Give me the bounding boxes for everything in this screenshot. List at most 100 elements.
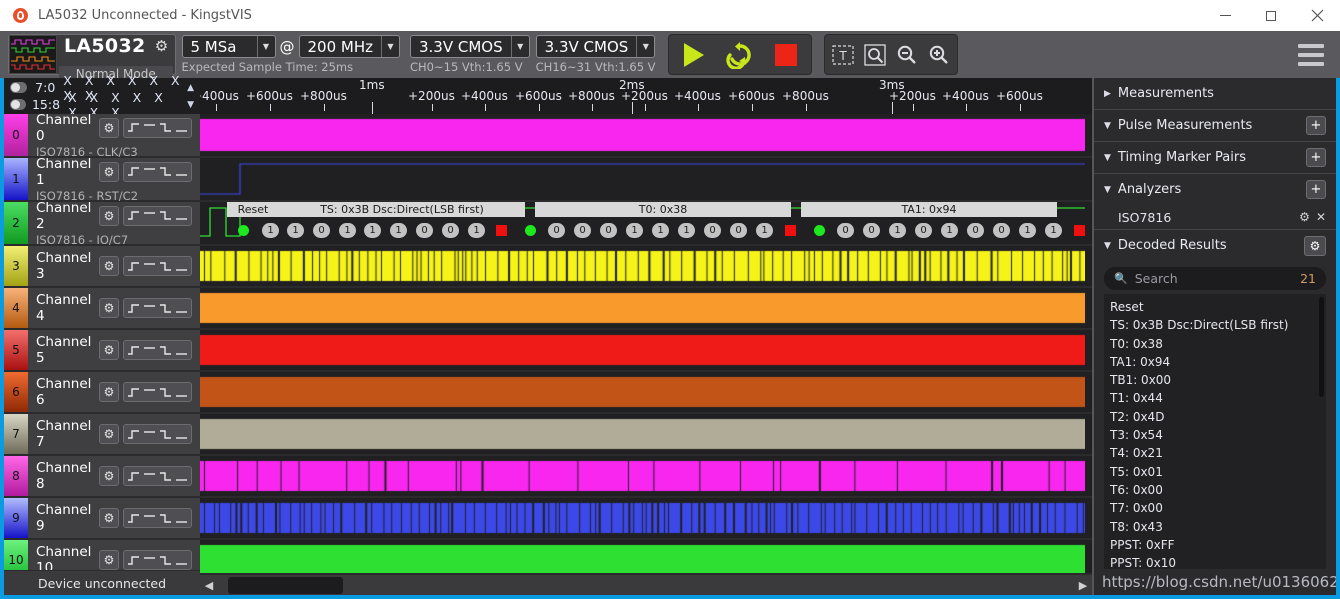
results-scrollbar[interactable] — [1319, 297, 1324, 397]
gear-icon[interactable]: ⚙ — [99, 550, 119, 570]
trigger-edge-buttons[interactable] — [123, 466, 192, 486]
add-timing-marker-button[interactable]: + — [1306, 148, 1326, 167]
waveform-row-3[interactable] — [200, 246, 1092, 286]
chevron-down-icon[interactable]: ▼ — [256, 36, 275, 57]
gear-icon[interactable]: ⚙ — [99, 382, 119, 402]
decoded-result-item[interactable]: T4: 0x21 — [1110, 444, 1326, 462]
time-ruler[interactable]: +400us +600us +800us +200us +400us +600us +800… — [200, 78, 1092, 114]
scrollbar-track[interactable] — [218, 576, 1074, 594]
channel-row-5[interactable]: 5 Channel 5 ⚙ — [4, 330, 200, 372]
stop-icon[interactable] — [763, 37, 809, 73]
channel-row-3[interactable]: 3 Channel 3 ⚙ — [4, 246, 200, 288]
decoded-result-item[interactable]: T1: 0x44 — [1110, 389, 1326, 407]
waveform-canvas-area[interactable]: Reset TS: 0x3B Dsc:Direct(LSB first) T0: 0… — [200, 114, 1092, 573]
section-timing-marker-pairs[interactable]: ▼ Timing Marker Pairs + — [1094, 142, 1336, 174]
horizontal-scrollbar[interactable]: ◀ ▶ — [200, 573, 1092, 595]
decoded-result-item[interactable]: T3: 0x54 — [1110, 426, 1326, 444]
play-icon[interactable] — [671, 37, 717, 73]
trigger-edge-buttons[interactable] — [123, 117, 192, 138]
waveform-row-4[interactable] — [200, 288, 1092, 328]
search-input[interactable]: 🔍 Search 21 — [1104, 267, 1326, 290]
zoom-in-icon[interactable] — [923, 39, 955, 71]
chevron-down-icon[interactable]: ▼ — [1104, 241, 1111, 251]
sample-rate-select[interactable]: 200 MHz ▼ — [298, 35, 400, 58]
channel-row-7[interactable]: 7 Channel 7 ⚙ — [4, 414, 200, 456]
analyzer-item[interactable]: ISO7816 ⚙ ✕ — [1104, 205, 1326, 229]
gear-icon[interactable]: ⚙ — [1299, 210, 1310, 224]
channel-row-4[interactable]: 4 Channel 4 ⚙ — [4, 288, 200, 330]
decoded-result-item[interactable]: T0: 0x38 — [1110, 335, 1326, 353]
chevron-down-icon[interactable]: ▼ — [1104, 153, 1111, 163]
chevron-down-icon[interactable]: ▼ — [1104, 185, 1111, 195]
channel-row-2[interactable]: 2 Channel 2 ⚙ ISO7816 - IO/C7 — [4, 200, 200, 247]
decoded-result-item[interactable]: T6: 0x00 — [1110, 481, 1326, 499]
trigger-edge-buttons[interactable] — [123, 550, 192, 570]
gear-icon[interactable]: ⚙ — [99, 508, 119, 528]
trigger-edge-buttons[interactable] — [123, 424, 192, 444]
channel-row-8[interactable]: 8 Channel 8 ⚙ — [4, 456, 200, 498]
chevron-down-icon[interactable]: ▼ — [1104, 121, 1111, 131]
loop-capture-icon[interactable] — [717, 37, 763, 73]
trigger-edge-buttons[interactable] — [123, 382, 192, 402]
chevron-down-icon[interactable]: ▼ — [381, 36, 399, 57]
channel-row-1[interactable]: 1 Channel 1 ⚙ ISO7816 - RST/C2 — [4, 156, 200, 203]
gear-icon[interactable]: ⚙ — [99, 298, 119, 318]
waveform-row-2[interactable]: Reset TS: 0x3B Dsc:Direct(LSB first) T0: 0… — [200, 202, 1092, 244]
decoded-result-item[interactable]: TA1: 0x94 — [1110, 353, 1326, 371]
trigger-edge-buttons[interactable] — [123, 256, 192, 276]
gear-icon[interactable]: ⚙ — [99, 466, 119, 486]
gear-icon[interactable]: ⚙ — [99, 340, 119, 360]
device-box[interactable]: LA5032 ⚙ Normal Mode — [8, 34, 176, 82]
voltage-high-select[interactable]: 3.3V CMOS ▼ — [535, 35, 656, 58]
gear-icon[interactable]: ⚙ — [151, 27, 173, 65]
decoded-result-item[interactable]: T8: 0x43 — [1110, 518, 1326, 536]
decoded-result-item[interactable]: T7: 0x00 — [1110, 499, 1326, 517]
decode-annotation[interactable]: TS: 0x3B Dsc:Direct(LSB first) — [279, 202, 525, 217]
section-measurements[interactable]: ▶ Measurements — [1094, 78, 1336, 110]
waveform-row-1[interactable] — [200, 158, 1092, 200]
decoded-results-list[interactable]: Reset TS: 0x3B Dsc:Direct(LSB first) T0: 0… — [1104, 294, 1326, 569]
decoded-result-item[interactable]: TS: 0x3B Dsc:Direct(LSB first) — [1110, 316, 1326, 334]
gear-icon[interactable]: ⚙ — [99, 205, 119, 226]
decoded-result-item[interactable]: T2: 0x4D — [1110, 408, 1326, 426]
gear-icon[interactable]: ⚙ — [99, 117, 119, 138]
minimize-icon[interactable] — [1202, 0, 1248, 31]
waveform-row-10[interactable] — [200, 540, 1092, 573]
zoom-out-icon[interactable] — [891, 39, 923, 71]
decoded-result-item[interactable]: TB1: 0x00 — [1110, 371, 1326, 389]
gear-icon[interactable]: ⚙ — [99, 161, 119, 182]
triangle-left-icon[interactable]: ◀ — [200, 579, 218, 592]
section-decoded-results[interactable]: ▼ Decoded Results ⚙ — [1094, 230, 1336, 261]
triangle-right-icon[interactable]: ▶ — [1074, 579, 1092, 592]
chevron-down-icon[interactable]: ▼ — [636, 36, 654, 57]
decode-annotation[interactable]: T0: 0x38 — [535, 202, 791, 217]
maximize-icon[interactable] — [1248, 0, 1294, 31]
waveform-row-5[interactable] — [200, 330, 1092, 370]
close-icon[interactable] — [1294, 0, 1340, 31]
chevron-down-icon[interactable]: ▼ — [187, 100, 194, 110]
zoom-fit-icon[interactable] — [859, 39, 891, 71]
voltage-low-select[interactable]: 3.3V CMOS ▼ — [410, 35, 530, 58]
channel-row-9[interactable]: 9 Channel 9 ⚙ — [4, 498, 200, 540]
trigger-edge-buttons[interactable] — [123, 340, 192, 360]
trigger-edge-buttons[interactable] — [123, 205, 192, 226]
waveform-row-7[interactable] — [200, 414, 1092, 454]
waveform-row-6[interactable] — [200, 372, 1092, 412]
trigger-edge-buttons[interactable] — [123, 508, 192, 528]
channel-row-0[interactable]: 0 Channel 0 ⚙ ISO7816 - CLK/C3 — [4, 114, 200, 159]
decoded-result-item[interactable]: Reset — [1110, 298, 1326, 316]
gear-icon[interactable]: ⚙ — [99, 256, 119, 276]
waveform-row-9[interactable] — [200, 498, 1092, 538]
decoded-results-settings-button[interactable]: ⚙ — [1304, 235, 1326, 256]
waveform-row-8[interactable] — [200, 456, 1092, 496]
waveform-row-0[interactable] — [200, 114, 1092, 156]
sample-depth-select[interactable]: 5 MSa ▼ — [181, 35, 276, 58]
decoded-result-item[interactable]: PPST: 0xFF — [1110, 536, 1326, 554]
chevron-right-icon[interactable]: ▶ — [1104, 89, 1111, 99]
trigger-edge-buttons[interactable] — [123, 298, 192, 318]
channel-group-toggle[interactable] — [10, 82, 27, 93]
decoded-result-item[interactable]: T5: 0x01 — [1110, 463, 1326, 481]
decoded-result-item[interactable]: PPST: 0x10 — [1110, 554, 1326, 569]
section-pulse-measurements[interactable]: ▼ Pulse Measurements + — [1094, 110, 1336, 142]
text-select-icon[interactable]: T — [827, 39, 859, 71]
